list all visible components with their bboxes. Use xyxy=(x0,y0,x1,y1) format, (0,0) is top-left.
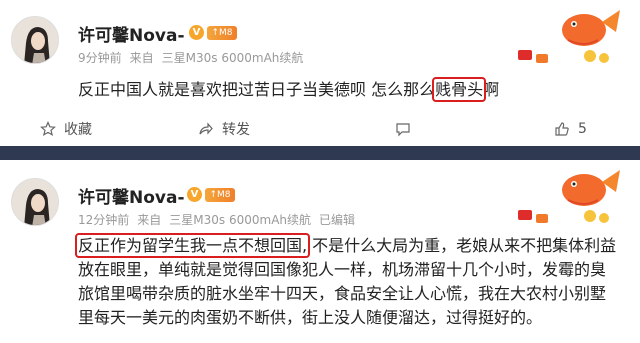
post-content: 反正作为留学生我一点不想回国, 不是什么大局为重，老娘从来不把集体利益放在眼里，… xyxy=(74,233,618,330)
vip-badge: V xyxy=(187,187,202,202)
action-bar: 收藏 转发 5 xyxy=(0,116,640,142)
favorite-label: 收藏 xyxy=(64,122,92,138)
koi-fish-decoration xyxy=(518,170,620,223)
device-source: 三星M30s 6000mAh续航 xyxy=(161,51,304,65)
level-badge: ↑M8 xyxy=(207,26,237,40)
forward-button[interactable]: 转发 xyxy=(198,116,250,142)
weibo-post-1: 许可馨Nova- V ↑M8 9分钟前 来自 三星M30s 6000mAh续航 反正… xyxy=(0,0,640,146)
source-prefix: 来自 xyxy=(129,51,154,65)
edited-label[interactable]: 已编辑 xyxy=(319,213,355,227)
device-source: 三星M30s 6000mAh续航 xyxy=(169,213,312,227)
level-badge: ↑M8 xyxy=(205,188,235,202)
divider xyxy=(0,146,640,160)
koi-fish-decoration xyxy=(518,10,620,63)
source-prefix: 来自 xyxy=(137,213,162,227)
post-text-end: 啊 xyxy=(483,80,500,99)
username[interactable]: 许可馨Nova- xyxy=(78,183,185,208)
vip-badge: V xyxy=(189,25,204,40)
star-icon xyxy=(40,121,56,137)
like-count: 5 xyxy=(578,121,587,137)
post-time[interactable]: 12分钟前 xyxy=(78,213,129,227)
forward-label: 转发 xyxy=(222,122,250,138)
comment-button[interactable] xyxy=(395,116,419,142)
favorite-button[interactable]: 收藏 xyxy=(40,116,92,142)
like-button[interactable]: 5 xyxy=(554,116,587,142)
avatar[interactable] xyxy=(11,178,59,226)
highlighted-text: 贱骨头 xyxy=(432,77,487,102)
post-meta: 12分钟前 来自 三星M30s 6000mAh续航 已编辑 xyxy=(78,211,363,228)
like-icon xyxy=(555,122,569,136)
avatar-image xyxy=(12,179,58,225)
post-time[interactable]: 9分钟前 xyxy=(78,51,122,65)
post-text-start: 反正中国人就是喜欢把过苦日子当美德呗 怎么那么 xyxy=(78,80,436,99)
post-content: 反正中国人就是喜欢把过苦日子当美德呗 怎么那么贱骨头啊 xyxy=(78,77,618,102)
weibo-post-2: 许可馨Nova- V ↑M8 12分钟前 来自 三星M30s 6000mAh续航 已编… xyxy=(0,160,640,343)
post-meta: 9分钟前 来自 三星M30s 6000mAh续航 xyxy=(78,49,311,66)
avatar[interactable] xyxy=(11,16,59,64)
forward-icon xyxy=(199,122,213,135)
avatar-image xyxy=(12,17,58,63)
username[interactable]: 许可馨Nova- xyxy=(78,21,185,46)
highlighted-text: 反正作为留学生我一点不想回国, xyxy=(74,233,311,258)
comment-icon xyxy=(396,123,410,137)
